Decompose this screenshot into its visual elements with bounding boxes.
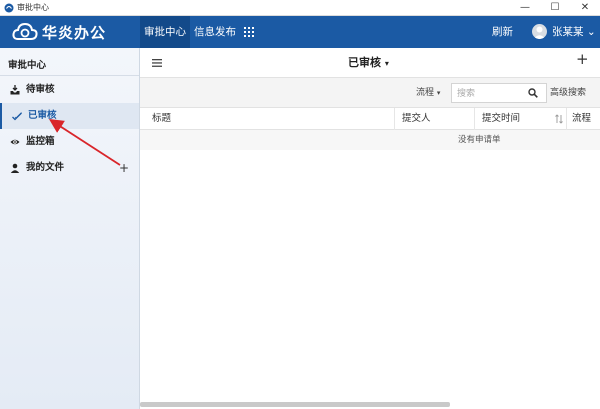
empty-state-text: 没有申请单 (458, 135, 501, 145)
caret-down-icon: ▾ (384, 59, 389, 68)
sidebar-item-label: 监控箱 (26, 136, 55, 147)
refresh-button[interactable]: 刷新 (492, 16, 513, 48)
sidebar-item-my-files[interactable]: 我的文件 + (0, 155, 139, 181)
horizontal-scrollbar[interactable] (140, 402, 450, 407)
sidebar-item-label: 我的文件 (26, 162, 65, 173)
main-toolbar: 已审核 ▾ + (140, 48, 600, 78)
maximize-button[interactable]: ☐ (540, 0, 570, 15)
close-button[interactable]: ✕ (570, 0, 600, 15)
page-title[interactable]: 已审核 ▾ (348, 48, 389, 79)
add-file-button[interactable]: + (119, 155, 129, 181)
user-name: 张某某 (552, 26, 584, 38)
sidebar-item-pending[interactable]: 待审核 (0, 77, 139, 103)
flow-filter-label: 流程 (416, 88, 435, 98)
eye-icon (10, 139, 20, 145)
user-menu[interactable]: 张某某 ⌄ (552, 16, 596, 48)
page-title-label: 已审核 (348, 56, 381, 69)
logo-cloud-icon (12, 22, 38, 40)
avatar-user-icon (533, 26, 546, 39)
apps-grid-icon[interactable] (244, 27, 254, 37)
sidebar-item-label: 已审核 (28, 110, 57, 121)
avatar[interactable] (532, 24, 547, 39)
sidebar-title: 审批中心 (8, 60, 47, 71)
column-divider (474, 108, 475, 130)
app-logo: 华炎办公 (12, 20, 106, 44)
flow-filter-dropdown[interactable]: 流程 ▾ (416, 78, 440, 108)
caret-down-icon: ▾ (436, 89, 441, 97)
main-panel: 已审核 ▾ + 流程 ▾ 高级搜索 标题 提交人 提交时间 流程 没有申请单 (140, 48, 600, 409)
column-divider (566, 108, 567, 130)
advanced-search-button[interactable]: 高级搜索 (550, 78, 586, 108)
sidebar-item-label: 待审核 (26, 84, 55, 95)
tab-approval-center[interactable]: 审批中心 (140, 16, 190, 48)
check-icon (12, 112, 22, 121)
sidebar-item-monitor[interactable]: 监控箱 (0, 129, 139, 155)
app-header: 华炎办公 审批中心 信息发布 刷新 张某某 ⌄ (0, 16, 600, 48)
app-icon (4, 3, 14, 13)
filter-bar: 流程 ▾ 高级搜索 (140, 78, 600, 108)
logo-text: 华炎办公 (42, 23, 107, 42)
empty-state-row: 没有申请单 (140, 130, 600, 150)
add-button[interactable]: + (576, 50, 589, 68)
search-icon[interactable] (528, 88, 538, 98)
column-divider (394, 108, 395, 130)
sidebar: 审批中心 待审核 已审核 监控箱 我的文件 + (0, 48, 140, 409)
menu-icon[interactable] (152, 58, 162, 68)
column-header-submit-time[interactable]: 提交时间 (482, 108, 520, 130)
chevron-down-icon: ⌄ (586, 26, 596, 38)
inbox-icon (10, 85, 20, 95)
column-header-title[interactable]: 标题 (152, 108, 171, 130)
table-header: 标题 提交人 提交时间 流程 (140, 108, 600, 130)
sidebar-item-reviewed[interactable]: 已审核 (0, 103, 139, 129)
user-icon (10, 163, 20, 173)
sidebar-divider (0, 75, 139, 76)
window-titlebar: 审批中心 — ☐ ✕ (0, 0, 600, 16)
column-header-flow[interactable]: 流程 (572, 108, 591, 130)
column-header-submitter[interactable]: 提交人 (402, 108, 431, 130)
tab-info-publish[interactable]: 信息发布 (190, 16, 240, 48)
minimize-button[interactable]: — (510, 0, 540, 15)
sort-icon[interactable] (554, 114, 564, 124)
window-title: 审批中心 (17, 3, 49, 12)
